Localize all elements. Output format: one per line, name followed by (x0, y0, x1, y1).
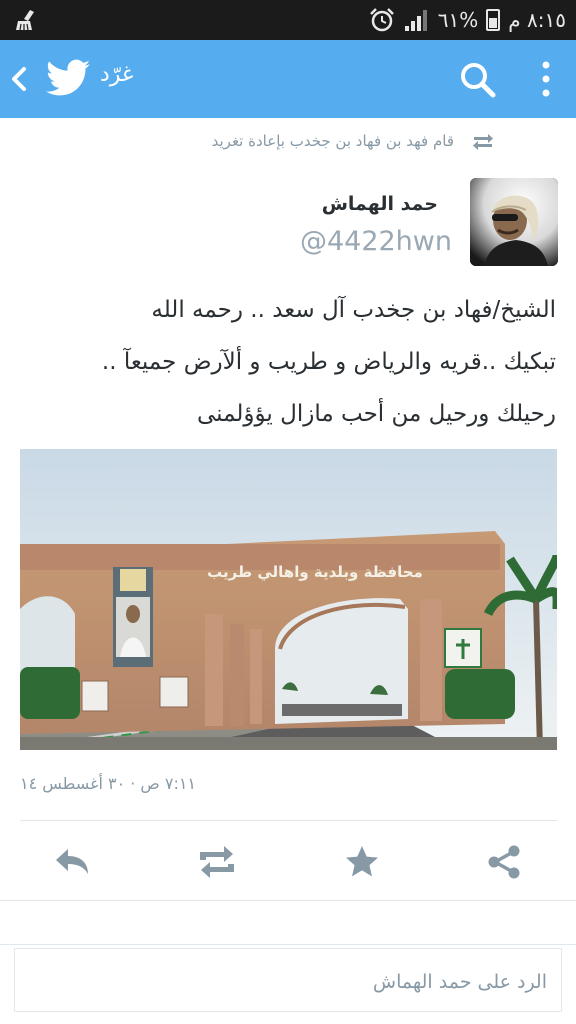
overflow-menu-icon[interactable] (534, 58, 558, 100)
clock: ٨:١٥ م (508, 8, 566, 32)
app-bar: غرّد (0, 40, 576, 118)
twitter-bird-icon (46, 59, 90, 96)
divider (0, 900, 576, 901)
status-bar: ٦١% ٨:١٥ م (0, 0, 576, 40)
back-arrow-icon[interactable] (8, 64, 30, 94)
signal-bars-icon (404, 10, 427, 31)
alarm-clock-icon (369, 8, 394, 32)
retweet-icon[interactable] (194, 842, 240, 882)
avatar-photo (470, 178, 558, 266)
battery-percent: ٦١% (437, 8, 479, 32)
retweet-icon (473, 134, 493, 150)
divider (0, 944, 576, 945)
reply-placeholder: الرد على حمد الهماش (372, 971, 547, 993)
author-handle[interactable]: @4422hwn (300, 226, 452, 257)
search-icon[interactable] (458, 60, 498, 100)
share-icon[interactable] (484, 842, 524, 882)
tweet-photo[interactable]: محافظة وبلدية واهالي طريب (20, 449, 557, 750)
star-icon[interactable] (342, 842, 382, 882)
tweet-text: الشيخ/فهاد بن جخدب آل سعد .. رحمه الله ت… (20, 284, 556, 440)
battery-icon (486, 9, 501, 31)
retweet-context-text: قام فهد بن فهاد بن جخدب بإعادة تغريد (211, 132, 454, 150)
broom-icon (16, 10, 34, 31)
retweet-context[interactable]: قام فهد بن فهاد بن جخدب بإعادة تغريد (0, 130, 576, 160)
compose-tweet-title[interactable]: غرّد (100, 62, 133, 87)
divider (20, 820, 557, 821)
author-name[interactable]: حمد الهماش (322, 193, 438, 215)
tweet-text-line: تبكيك ..قريه والرياض و طريب و ألآرض جميع… (101, 349, 556, 375)
tweet-text-line: رحيلك ورحيل من أحب مازال يؤؤلمنى (197, 401, 556, 427)
gate-sign-text: محافظة وبلدية واهالي طريب (207, 563, 423, 581)
tweet-timestamp: ٧:١١ ص · ٣٠ أغسطس ١٤ (20, 774, 197, 793)
gate-photo: محافظة وبلدية واهالي طريب (20, 449, 557, 750)
tweet-text-line: الشيخ/فهاد بن جخدب آل سعد .. رحمه الله (151, 297, 556, 323)
status-icons: ٦١% ٨:١٥ م (368, 6, 566, 34)
avatar[interactable] (470, 178, 558, 266)
reply-icon[interactable] (52, 842, 92, 882)
reply-input[interactable]: الرد على حمد الهماش (14, 948, 562, 1012)
tweet-actions (0, 838, 576, 888)
